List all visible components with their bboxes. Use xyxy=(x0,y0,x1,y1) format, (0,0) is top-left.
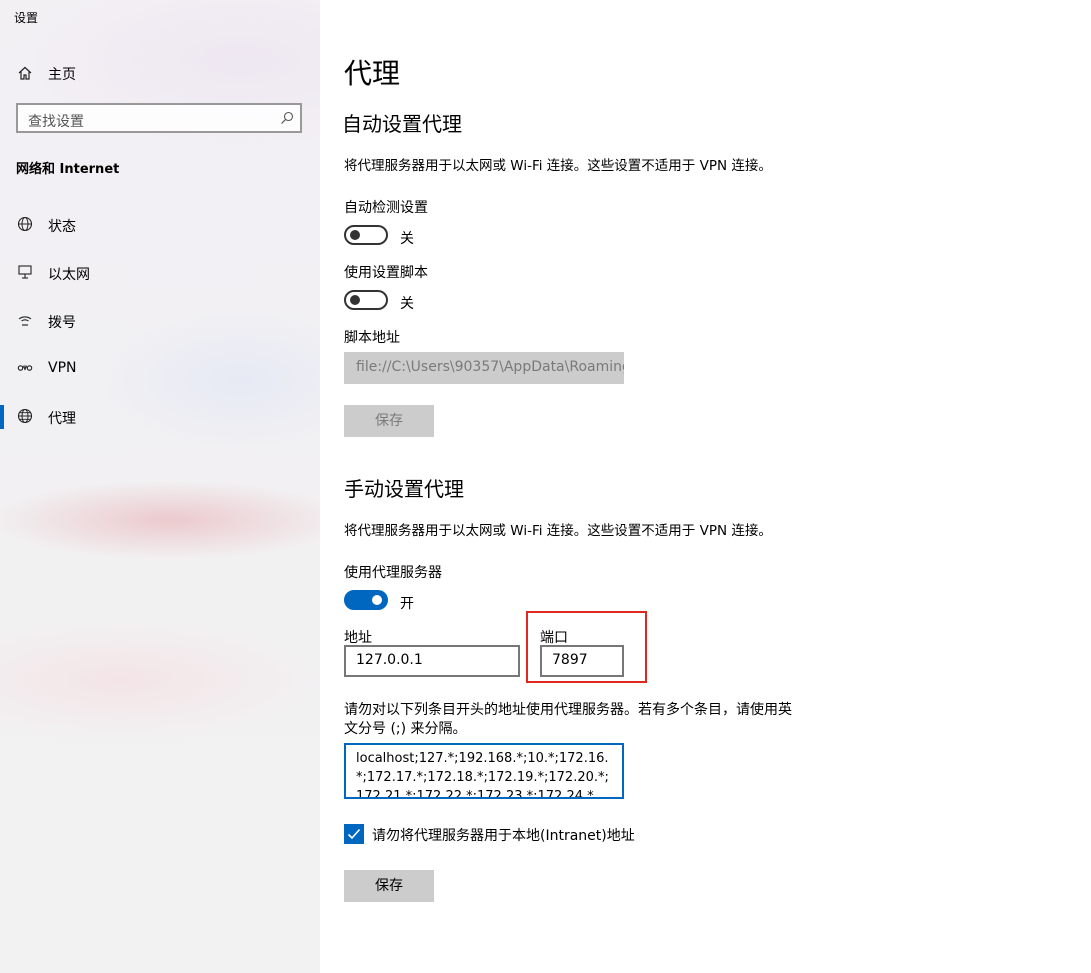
manual-save-button[interactable]: 保存 xyxy=(344,870,434,902)
auto-detect-state: 关 xyxy=(400,231,414,247)
globe-status-icon xyxy=(16,215,34,233)
toggle-knob xyxy=(372,595,382,605)
sidebar-item-label: 拨号 xyxy=(48,315,76,331)
address-label: 地址 xyxy=(344,630,372,646)
port-field[interactable]: 7897 xyxy=(540,645,624,677)
search-input[interactable]: 查找设置 xyxy=(16,103,302,133)
auto-proxy-description: 将代理服务器用于以太网或 Wi-Fi 连接。这些设置不适用于 VPN 连接。 xyxy=(344,158,772,174)
sidebar-item-dialup[interactable]: 拨号 xyxy=(0,300,320,340)
globe-icon xyxy=(16,407,34,425)
home-icon xyxy=(16,64,34,82)
sidebar-item-label: 以太网 xyxy=(48,267,90,283)
bypass-local-checkbox[interactable] xyxy=(344,824,364,844)
exceptions-textarea[interactable]: localhost;127.*;192.168.*;10.*;172.16.*;… xyxy=(344,743,624,799)
sidebar-item-ethernet[interactable]: 以太网 xyxy=(0,252,320,292)
setup-script-state: 关 xyxy=(400,296,414,312)
sidebar-item-proxy[interactable]: 代理 xyxy=(0,396,320,436)
setup-script-label: 使用设置脚本 xyxy=(344,265,428,281)
sidebar-item-label: 状态 xyxy=(48,219,76,235)
auto-proxy-heading: 自动设置代理 xyxy=(342,112,462,136)
auto-detect-toggle[interactable] xyxy=(344,225,388,245)
use-proxy-toggle[interactable] xyxy=(344,590,388,610)
dialup-icon xyxy=(16,311,34,329)
setup-script-toggle[interactable] xyxy=(344,290,388,310)
toggle-knob xyxy=(350,230,360,240)
auto-save-button[interactable]: 保存 xyxy=(344,405,434,437)
vpn-icon xyxy=(16,359,34,377)
manual-proxy-description: 将代理服务器用于以太网或 Wi-Fi 连接。这些设置不适用于 VPN 连接。 xyxy=(344,523,772,539)
use-proxy-label: 使用代理服务器 xyxy=(344,565,442,581)
exceptions-description-line2: 文分号 (;) 来分隔。 xyxy=(344,721,467,737)
toggle-knob xyxy=(350,295,360,305)
auto-detect-label: 自动检测设置 xyxy=(344,200,428,216)
script-address-field[interactable]: file://C:\Users\90357\AppData\Roaming\Sc xyxy=(344,352,624,384)
search-icon[interactable] xyxy=(280,111,294,125)
port-label: 端口 xyxy=(540,630,568,646)
address-field[interactable]: 127.0.0.1 xyxy=(344,645,520,677)
sidebar-item-label: VPN xyxy=(48,360,77,376)
ethernet-icon xyxy=(16,263,34,281)
search-placeholder: 查找设置 xyxy=(28,114,84,130)
sidebar-item-vpn[interactable]: VPN xyxy=(0,348,320,388)
checkmark-icon xyxy=(347,828,361,840)
nav-home-label: 主页 xyxy=(48,67,76,83)
sidebar: 设置 主页 查找设置 网络和 Internet 状态 以太网 拨号 VPN 代理 xyxy=(0,0,320,973)
exceptions-description: 请勿对以下列条目开头的地址使用代理服务器。若有多个条目，请使用英 xyxy=(344,702,792,718)
nav-home[interactable]: 主页 xyxy=(0,56,320,90)
sidebar-item-label: 代理 xyxy=(48,411,76,427)
main-content: 代理 自动设置代理 将代理服务器用于以太网或 Wi-Fi 连接。这些设置不适用于… xyxy=(320,0,1091,973)
use-proxy-state: 开 xyxy=(400,596,414,612)
page-title: 代理 xyxy=(344,57,401,90)
sidebar-item-status[interactable]: 状态 xyxy=(0,204,320,244)
app-title: 设置 xyxy=(14,11,39,25)
section-title: 网络和 Internet xyxy=(16,162,120,177)
bypass-local-label: 请勿将代理服务器用于本地(Intranet)地址 xyxy=(372,828,635,844)
manual-proxy-heading: 手动设置代理 xyxy=(344,477,464,501)
script-address-label: 脚本地址 xyxy=(344,330,400,346)
